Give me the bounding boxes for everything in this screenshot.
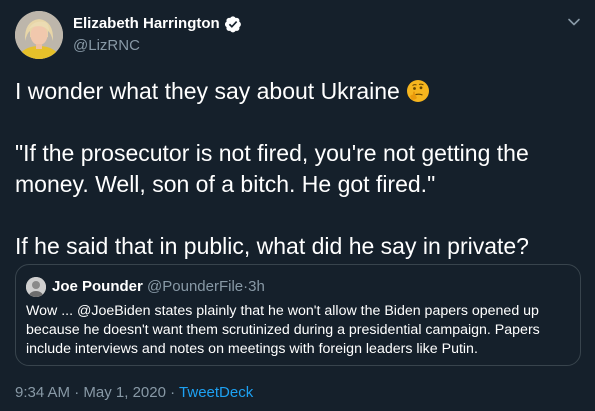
quoted-time: 3h — [248, 278, 265, 295]
quoted-author-name: Joe Pounder — [52, 278, 143, 295]
tweet: Elizabeth Harrington @LizRNC I wonder wh… — [0, 0, 595, 411]
quoted-tweet-text: Wow ... @JoeBiden states plainly that he… — [26, 303, 540, 357]
author-avatar-image — [15, 11, 63, 59]
meta-separator-2: · — [170, 384, 176, 401]
tweet-time[interactable]: 9:34 AM — [15, 384, 70, 401]
tweet-source-link[interactable]: TweetDeck — [179, 384, 253, 401]
chevron-down-icon[interactable] — [566, 14, 582, 30]
quoted-author-avatar-image — [26, 277, 46, 297]
tweet-date[interactable]: May 1, 2020 — [83, 384, 166, 401]
quoted-tweet-header: Joe Pounder @PounderFile·3h — [52, 277, 265, 297]
tweet-meta: 9:34 AM · May 1, 2020 · TweetDeck — [15, 383, 253, 403]
tweet-line-1: I wonder what they say about Ukraine — [15, 76, 580, 107]
author-name[interactable]: Elizabeth Harrington — [73, 14, 242, 34]
thinking-face-icon — [406, 80, 429, 102]
tweet-paragraph-3: If he said that in public, what did he s… — [15, 233, 529, 259]
author-name-text: Elizabeth Harrington — [73, 15, 220, 32]
verified-badge-icon — [224, 16, 241, 33]
quoted-author-handle: @PounderFile — [147, 278, 244, 295]
author-handle[interactable]: @LizRNC — [73, 36, 140, 56]
quoted-tweet[interactable]: Joe Pounder @PounderFile·3h Wow ... @Joe… — [15, 264, 581, 366]
tweet-line-1-text: I wonder what they say about Ukraine — [15, 78, 400, 104]
tweet-paragraph-2: "If the prosecutor is not fired, you're … — [15, 140, 529, 197]
meta-separator-1: · — [74, 384, 80, 401]
author-avatar[interactable] — [15, 11, 63, 59]
tweet-text: I wonder what they say about Ukraine "If… — [15, 76, 580, 262]
quoted-author-avatar — [26, 277, 46, 297]
